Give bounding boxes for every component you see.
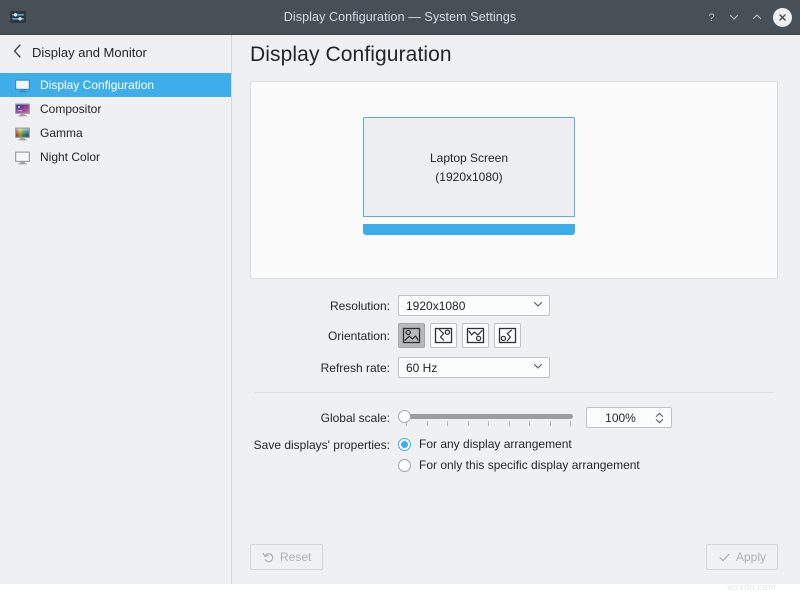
sidebar-item-gamma[interactable]: Gamma bbox=[0, 121, 231, 145]
save-properties-radio-group: For any display arrangement For only thi… bbox=[398, 437, 640, 472]
main-content: Display Configuration Laptop Screen (192… bbox=[232, 35, 800, 584]
save-properties-label: Save displays' properties: bbox=[250, 437, 398, 452]
undo-arrow-icon bbox=[262, 551, 275, 564]
window-title: Display Configuration — System Settings bbox=[0, 10, 800, 24]
close-icon[interactable] bbox=[773, 8, 792, 27]
footer-actions: Reset Apply wsxdn.com bbox=[250, 530, 778, 584]
sidebar-item-label: Gamma bbox=[40, 126, 83, 140]
maximize-icon[interactable] bbox=[747, 7, 767, 27]
monitor-screen: Laptop Screen (1920x1080) bbox=[363, 117, 575, 217]
sidebar: Display and Monitor Display Configuratio… bbox=[0, 35, 232, 584]
minimize-icon[interactable] bbox=[724, 7, 744, 27]
monitor-name-label: Laptop Screen bbox=[430, 151, 508, 165]
orientation-button-group bbox=[398, 323, 521, 348]
resolution-row: Resolution: 1920x1080 bbox=[250, 295, 778, 316]
global-scale-value: 100% bbox=[587, 411, 654, 425]
global-scale-row: Global scale: 100% bbox=[250, 407, 778, 428]
sidebar-item-compositor[interactable]: Compositor bbox=[0, 97, 231, 121]
titlebar: Display Configuration — System Settings … bbox=[0, 0, 800, 35]
svg-text:?: ? bbox=[708, 12, 714, 23]
display-arrangement-preview[interactable]: Laptop Screen (1920x1080) bbox=[250, 81, 778, 279]
monitor-resolution-label: (1920x1080) bbox=[435, 170, 502, 184]
radio-any-display-arrangement[interactable]: For any display arrangement bbox=[398, 437, 640, 451]
orientation-portrait-right-button[interactable] bbox=[430, 323, 457, 348]
help-icon[interactable]: ? bbox=[701, 7, 721, 27]
display-settings-form: Resolution: 1920x1080 Orientation: bbox=[250, 295, 778, 479]
sidebar-back-label: Display and Monitor bbox=[32, 45, 147, 60]
sidebar-item-display-configuration[interactable]: Display Configuration bbox=[0, 73, 231, 97]
refresh-rate-row: Refresh rate: 60 Hz bbox=[250, 357, 778, 378]
chevron-down-icon bbox=[532, 360, 544, 375]
chevron-down-icon bbox=[532, 298, 544, 313]
refresh-rate-value: 60 Hz bbox=[406, 361, 532, 375]
desktop-effects-icon bbox=[14, 101, 31, 118]
global-scale-slider[interactable] bbox=[398, 407, 573, 428]
color-gradient-monitor-icon bbox=[14, 125, 31, 142]
radio-mark-icon bbox=[398, 459, 411, 472]
resolution-select[interactable]: 1920x1080 bbox=[398, 295, 550, 316]
page-title: Display Configuration bbox=[250, 43, 778, 67]
radio-mark-icon bbox=[398, 438, 411, 451]
sidebar-item-label: Night Color bbox=[40, 150, 100, 164]
sidebar-item-night-color[interactable]: Night Color bbox=[0, 145, 231, 169]
checkmark-icon bbox=[718, 551, 731, 564]
sidebar-back-button[interactable]: Display and Monitor bbox=[0, 35, 231, 69]
orientation-landscape-flipped-button[interactable] bbox=[462, 323, 489, 348]
monitor-icon bbox=[14, 77, 31, 94]
save-properties-row: Save displays' properties: For any displ… bbox=[250, 437, 778, 472]
radio-label: For any display arrangement bbox=[419, 437, 572, 451]
chevron-left-icon bbox=[13, 44, 22, 61]
monitor-preview-laptop-screen[interactable]: Laptop Screen (1920x1080) bbox=[363, 117, 575, 235]
global-scale-label: Global scale: bbox=[250, 411, 398, 425]
radio-label: For only this specific display arrangeme… bbox=[419, 458, 640, 472]
reset-button-label: Reset bbox=[280, 550, 311, 564]
orientation-landscape-button[interactable] bbox=[398, 323, 425, 348]
orientation-portrait-left-button[interactable] bbox=[494, 323, 521, 348]
apply-button-label: Apply bbox=[736, 550, 766, 564]
settings-sliders-icon bbox=[9, 8, 27, 26]
monitor-primary-bar bbox=[363, 224, 575, 235]
global-scale-spinbox[interactable]: 100% bbox=[586, 407, 672, 428]
resolution-value: 1920x1080 bbox=[406, 299, 532, 313]
refresh-rate-label: Refresh rate: bbox=[250, 361, 398, 375]
monitor-blank-icon bbox=[14, 149, 31, 166]
sidebar-item-label: Display Configuration bbox=[40, 78, 154, 92]
orientation-row: Orientation: bbox=[250, 323, 778, 348]
reset-button[interactable]: Reset bbox=[250, 544, 323, 570]
apply-button[interactable]: Apply bbox=[706, 544, 778, 570]
refresh-rate-select[interactable]: 60 Hz bbox=[398, 357, 550, 378]
radio-specific-display-arrangement[interactable]: For only this specific display arrangeme… bbox=[398, 458, 640, 472]
orientation-label: Orientation: bbox=[250, 329, 398, 343]
slider-groove bbox=[405, 414, 573, 419]
resolution-label: Resolution: bbox=[250, 299, 398, 313]
window-controls: ? bbox=[701, 7, 792, 27]
sidebar-list: Display Configuration bbox=[0, 73, 231, 169]
display-configuration-window: Display Configuration — System Settings … bbox=[0, 0, 800, 584]
sidebar-item-label: Compositor bbox=[40, 102, 101, 116]
spinner-arrows-icon[interactable] bbox=[654, 410, 665, 426]
slider-ticks bbox=[406, 421, 571, 426]
window-body: Display and Monitor Display Configuratio… bbox=[0, 35, 800, 584]
section-separator bbox=[255, 392, 773, 393]
